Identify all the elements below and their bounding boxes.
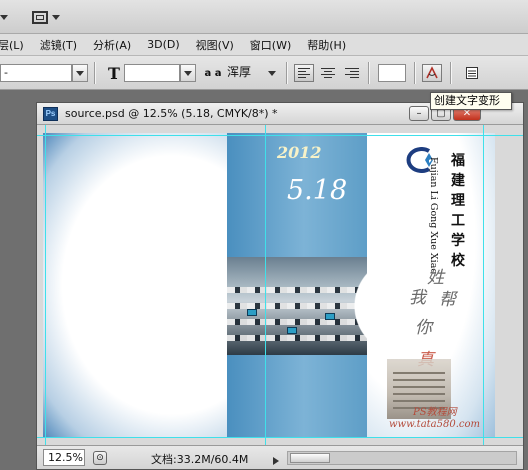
calligraphy-char: 我	[409, 288, 426, 308]
guide-horizontal[interactable]	[37, 437, 523, 438]
antialias-dropdown-button[interactable]	[264, 64, 280, 82]
document-size-info: 文档:33.2M/60.4M	[151, 453, 249, 466]
scrollbar-thumb[interactable]	[290, 453, 330, 463]
dropdown-arrow-icon	[52, 14, 60, 20]
document-window: Ps source.psd @ 12.5% (5.18, CMYK/8*) * …	[36, 102, 524, 470]
watermark-url: www.tata580.com	[389, 419, 481, 430]
warp-text-tooltip: 创建文字变形	[430, 92, 512, 110]
minimize-button[interactable]: –	[409, 106, 429, 121]
school-name-char: 学	[451, 233, 465, 249]
horizontal-scrollbar[interactable]	[287, 451, 517, 465]
warp-text-button[interactable]	[422, 64, 442, 82]
school-name-vertical: 福 建 理 工 学 校	[451, 151, 465, 271]
document-title: source.psd @ 12.5% (5.18, CMYK/8*) *	[65, 107, 278, 120]
menu-filter[interactable]: 滤镜(T)	[32, 37, 85, 53]
font-style-dropdown-button[interactable]	[72, 64, 88, 82]
screen-mode-button[interactable]	[32, 8, 60, 26]
font-style-select[interactable]: -	[0, 64, 72, 82]
photoshop-document-icon: Ps	[43, 107, 58, 121]
canvas-area[interactable]: 2012 5.18 福 建 理 工 学 校 Fujian Li Gong Xue…	[37, 125, 523, 445]
date-text-layer[interactable]: 5.18	[287, 175, 347, 206]
screen-mode-icon	[32, 10, 48, 24]
school-name-pinyin: Fujian Li Gong Xue Xiao	[428, 157, 439, 275]
guide-vertical[interactable]	[45, 125, 46, 445]
options-bar: - T a a 浑厚	[0, 56, 528, 90]
warp-text-icon	[426, 66, 438, 79]
text-color-swatch[interactable]	[378, 64, 406, 82]
school-name-char: 理	[451, 193, 465, 209]
antialias-select[interactable]: 浑厚	[224, 64, 266, 82]
school-name-char: 建	[451, 173, 465, 189]
calligraphy-char: 帮	[439, 290, 456, 310]
separator	[414, 62, 415, 84]
separator	[286, 62, 287, 84]
separator	[368, 62, 369, 84]
menu-analysis[interactable]: 分析(A)	[85, 37, 139, 53]
guide-vertical[interactable]	[265, 125, 266, 445]
dropdown-arrow-icon	[184, 70, 192, 76]
dropdown-arrow-icon	[0, 14, 8, 20]
watermark-title: PS教程网	[413, 407, 457, 418]
year-text: 2012	[277, 143, 322, 162]
document-canvas[interactable]: 2012 5.18 福 建 理 工 学 校 Fujian Li Gong Xue…	[43, 133, 495, 437]
status-bar: 12.5% ⊙ 文档:33.2M/60.4M	[37, 445, 523, 469]
menu-bar: 层(L) 滤镜(T) 分析(A) 3D(D) 视图(V) 窗口(W) 帮助(H)	[0, 34, 528, 56]
character-panel-button[interactable]	[462, 64, 482, 82]
school-name-char: 福	[451, 153, 465, 169]
photo-circle-mask	[333, 257, 403, 355]
left-background-panel	[43, 133, 227, 437]
menu-help[interactable]: 帮助(H)	[299, 37, 354, 53]
calligraphy-char: 你	[415, 318, 432, 338]
antialias-icon: a a	[202, 64, 224, 82]
align-right-button[interactable]	[342, 64, 362, 82]
school-name-char: 工	[451, 213, 465, 229]
menu-layer[interactable]: 层(L)	[0, 37, 32, 53]
separator	[450, 62, 451, 84]
photo-monitor	[247, 309, 257, 316]
guide-horizontal[interactable]	[37, 135, 523, 136]
font-size-dropdown-button[interactable]	[180, 64, 196, 82]
align-center-button[interactable]	[318, 64, 338, 82]
zoom-level-input[interactable]: 12.5%	[43, 449, 85, 466]
dropdown-arrow-icon	[268, 70, 276, 76]
status-menu-arrow[interactable]	[273, 455, 279, 468]
font-size-icon: T	[104, 63, 124, 83]
guide-vertical[interactable]	[483, 125, 484, 445]
workspace-dropdown[interactable]	[0, 8, 8, 26]
font-size-input[interactable]	[124, 64, 180, 82]
dropdown-arrow-icon	[76, 70, 84, 76]
font-size-glyph: T	[108, 63, 120, 83]
menu-view[interactable]: 视图(V)	[188, 37, 242, 53]
separator	[94, 62, 95, 84]
menu-window[interactable]: 窗口(W)	[242, 37, 299, 53]
school-name-char: 校	[451, 253, 465, 269]
app-bar	[0, 0, 528, 34]
right-arrow-icon	[273, 457, 279, 465]
menu-3d[interactable]: 3D(D)	[139, 38, 188, 51]
antialias-glyph: a a	[204, 67, 222, 79]
panel-icon	[466, 67, 478, 79]
photo-monitor	[287, 327, 297, 334]
align-left-button[interactable]	[294, 64, 314, 82]
status-info-icon[interactable]: ⊙	[93, 451, 107, 465]
